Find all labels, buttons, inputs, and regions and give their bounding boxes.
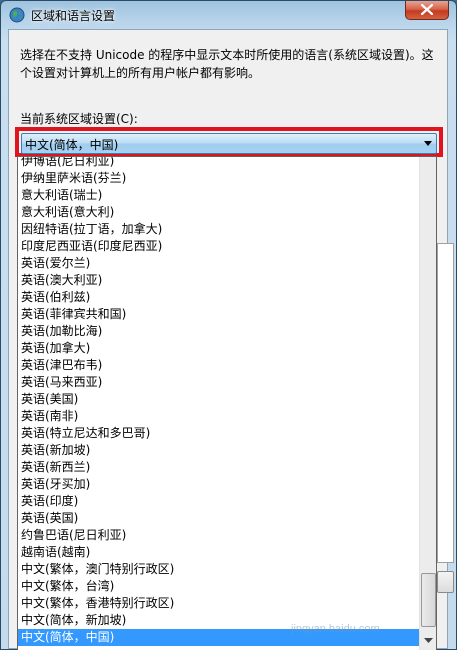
- dropdown-item[interactable]: 英语(加拿大): [18, 340, 420, 357]
- chevron-down-icon[interactable]: [424, 141, 432, 146]
- dropdown-item[interactable]: 英语(加勒比海): [18, 323, 420, 340]
- dropdown-item[interactable]: 英语(特立尼达和多巴哥): [18, 425, 420, 442]
- dropdown-item[interactable]: 英语(菲律宾共和国): [18, 306, 420, 323]
- close-button[interactable]: [405, 1, 449, 20]
- dropdown-item[interactable]: 中文(繁体，澳门特别行政区): [18, 561, 420, 578]
- window-title: 区域和语言设置: [31, 9, 116, 23]
- dropdown-item[interactable]: 约鲁巴语(尼日利亚): [18, 527, 420, 544]
- background-panel: [437, 243, 454, 563]
- locale-combobox[interactable]: 中文(简体，中国): [21, 133, 437, 154]
- dropdown-item[interactable]: 伊纳里萨米语(芬兰): [18, 170, 420, 187]
- scroll-down-button[interactable]: [420, 633, 436, 650]
- dropdown-item[interactable]: 英语(美国): [18, 391, 420, 408]
- dropdown-item[interactable]: 英语(南非): [18, 408, 420, 425]
- dropdown-item[interactable]: 英语(印度): [18, 493, 420, 510]
- dropdown-item[interactable]: 意大利语(意大利): [18, 204, 420, 221]
- dropdown-item[interactable]: 英语(伯利兹): [18, 289, 420, 306]
- scroll-thumb[interactable]: [421, 573, 436, 627]
- dropdown-items: 伊博语(尼日利亚) 伊纳里萨米语(芬兰) 意大利语(瑞士) 意大利语(意大利) 因纽特语…: [18, 157, 420, 646]
- dropdown-item[interactable]: 因纽特语(拉丁语，加拿大): [18, 221, 420, 238]
- arrow-down-icon: [424, 638, 433, 643]
- current-locale-label: 当前系统区域设置(C):: [20, 112, 138, 126]
- description-text: 选择在不支持 Unicode 的程序中显示文本时所使用的语言(系统区域设置)。这…: [20, 48, 434, 80]
- dropdown-item[interactable]: 伊博语(尼日利亚): [18, 157, 420, 170]
- dropdown-item[interactable]: 越南语(越南): [18, 544, 420, 561]
- dropdown-item[interactable]: 英语(新加坡): [18, 442, 420, 459]
- dropdown-item[interactable]: 英语(英国): [18, 510, 420, 527]
- dropdown-item[interactable]: 中文(繁体，台湾): [18, 578, 420, 595]
- dropdown-item[interactable]: 印度尼西亚语(印度尼西亚): [18, 238, 420, 255]
- close-icon: [421, 4, 433, 15]
- dropdown-item[interactable]: 意大利语(瑞士): [18, 187, 420, 204]
- dropdown-item[interactable]: 英语(爱尔兰): [18, 255, 420, 272]
- dropdown-item[interactable]: 英语(牙买加): [18, 476, 420, 493]
- locale-dropdown-list[interactable]: 伊博语(尼日利亚) 伊纳里萨米语(芬兰) 意大利语(瑞士) 意大利语(意大利) 因纽特语…: [17, 156, 437, 650]
- dropdown-item[interactable]: 英语(澳大利亚): [18, 272, 420, 289]
- dialog-window: 区域和语言设置 选择在不支持 Unicode 的程序中显示文本时所使用的语言(系…: [0, 0, 457, 650]
- dropdown-item[interactable]: 英语(新西兰): [18, 459, 420, 476]
- globe-icon: [9, 7, 25, 23]
- dropdown-item[interactable]: 中文(繁体，香港特别行政区): [18, 595, 420, 612]
- scrollbar[interactable]: [419, 157, 436, 650]
- title-bar[interactable]: 区域和语言设置: [1, 1, 456, 29]
- dropdown-item[interactable]: 英语(马来西亚): [18, 374, 420, 391]
- watermark: jingyan.baidu.com: [291, 623, 380, 635]
- dropdown-item[interactable]: 英语(津巴布韦): [18, 357, 420, 374]
- combobox-value: 中文(简体，中国): [25, 138, 119, 152]
- background-button: [437, 571, 454, 593]
